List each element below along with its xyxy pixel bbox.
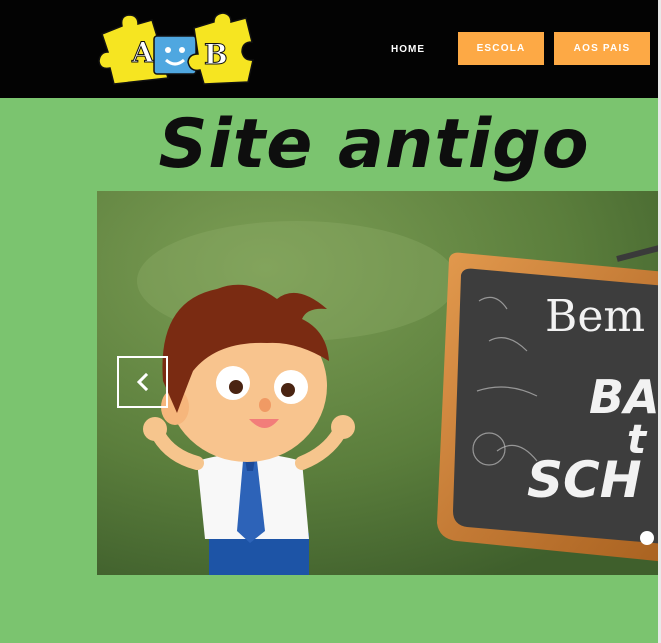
chalkboard: Bem BA t SCH — [437, 245, 658, 562]
page-title: Site antigo — [158, 104, 590, 184]
svg-text:SCH: SCH — [527, 451, 642, 509]
chevron-left-icon — [136, 372, 148, 392]
slide-image-back-to-school: Bem BA t SCH — [97, 191, 658, 575]
nav-escola-button[interactable]: ESCOLA — [458, 32, 544, 65]
svg-text:B: B — [204, 38, 228, 71]
svg-text:BA: BA — [589, 370, 658, 424]
nav-home-link[interactable]: HOME — [380, 33, 436, 65]
slider-prev-button[interactable] — [117, 356, 168, 408]
puzzle-piece-right: B — [187, 12, 254, 85]
nav-aos-pais-button[interactable]: AOS PAIS — [554, 32, 650, 65]
logo[interactable]: A B — [96, 12, 254, 86]
slider-dot-active[interactable] — [640, 531, 654, 545]
site-header: A B HOME ESCOLA AOS PAIS — [0, 0, 658, 98]
puzzle-piece-middle — [153, 35, 197, 75]
svg-text:Bem: Bem — [545, 291, 645, 342]
image-slider[interactable]: Bem BA t SCH — [97, 191, 658, 575]
svg-text:A: A — [131, 36, 155, 69]
